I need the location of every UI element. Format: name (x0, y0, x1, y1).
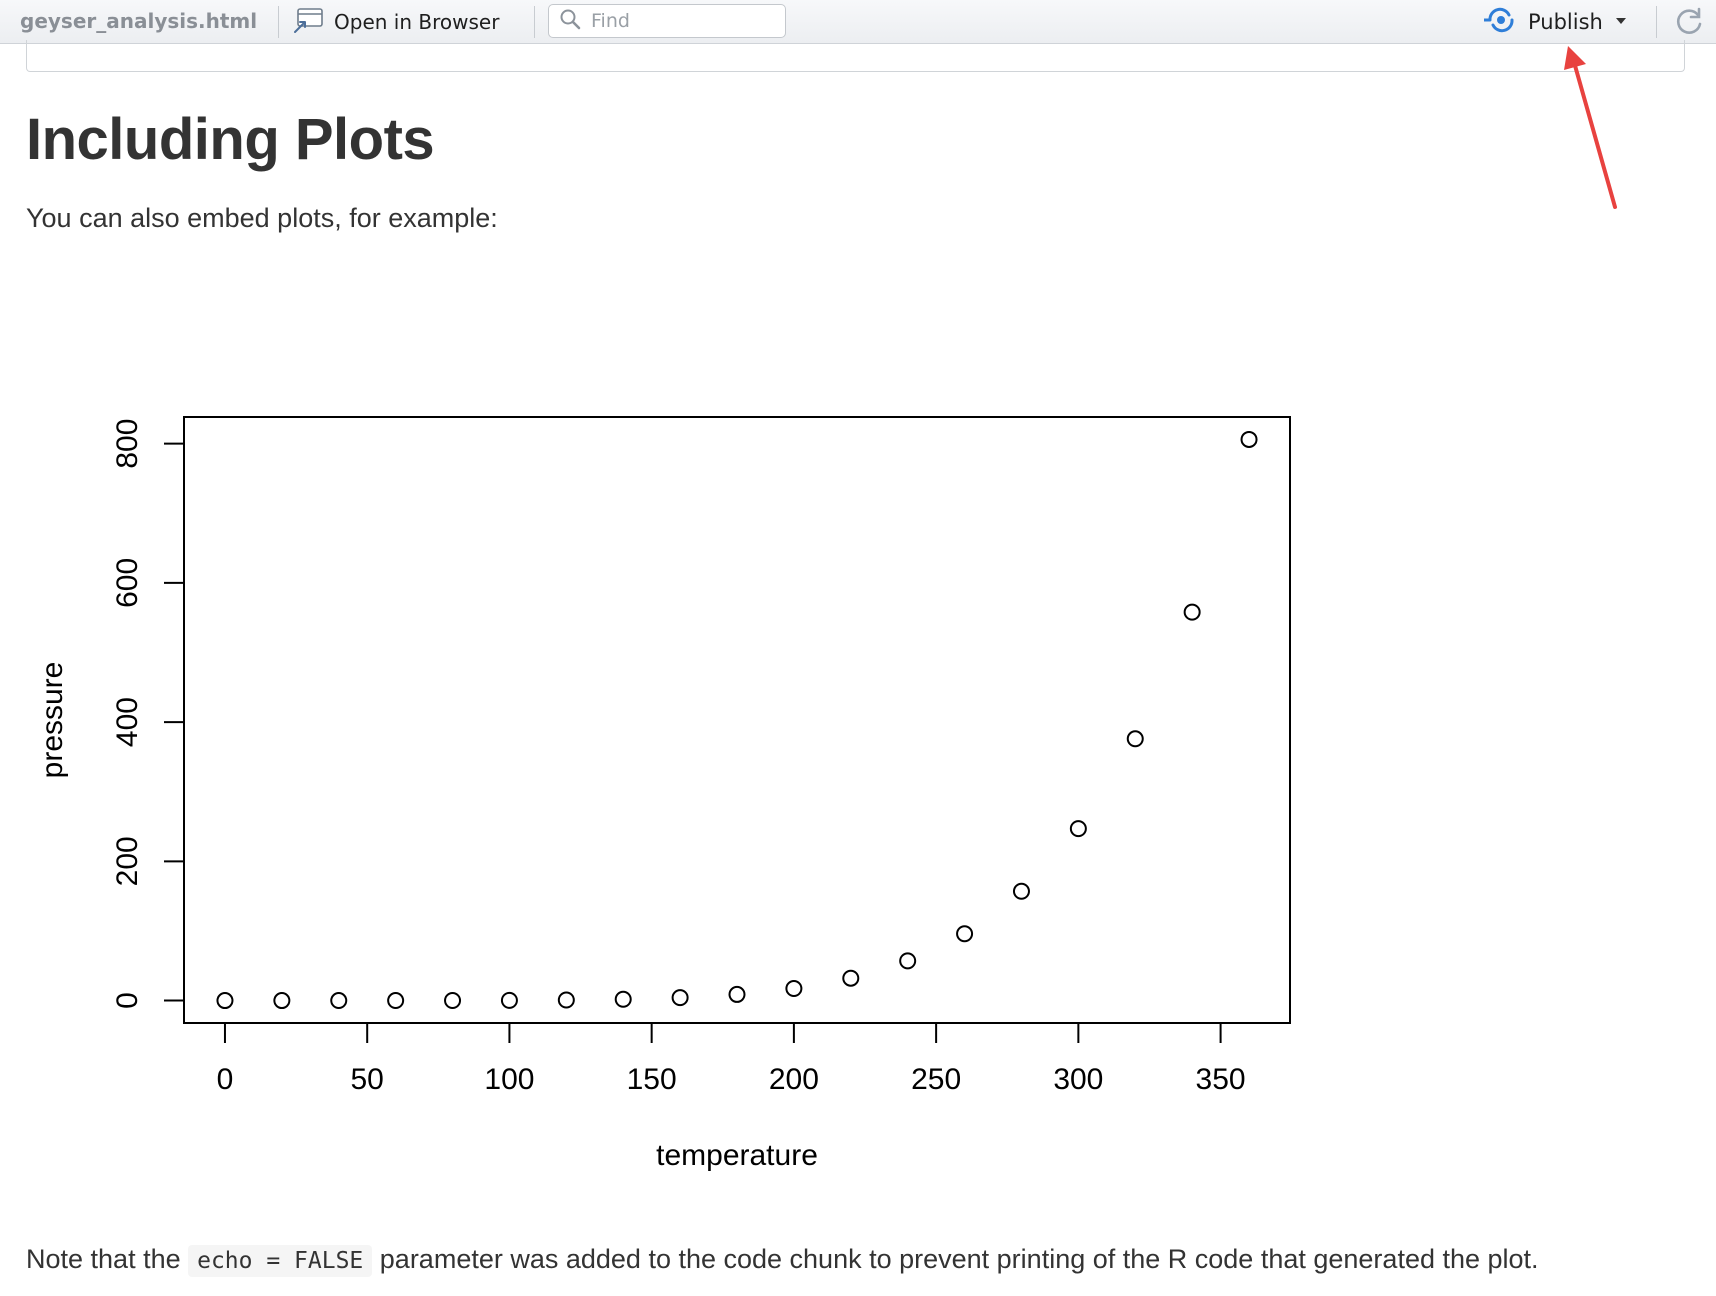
data-point (1183, 603, 1201, 621)
x-tick-label: 300 (1053, 1063, 1103, 1096)
code-echo-false: echo = FALSE (188, 1245, 373, 1277)
toolbar-divider (278, 6, 279, 38)
data-point (1069, 820, 1087, 838)
refresh-button[interactable] (1672, 5, 1706, 39)
publish-icon (1484, 6, 1518, 39)
note-text-before: Note that the (26, 1244, 189, 1274)
x-tick-label: 50 (351, 1063, 384, 1096)
x-tick-label: 250 (911, 1063, 961, 1096)
data-point (614, 990, 632, 1008)
open-in-browser-icon (292, 6, 326, 39)
open-in-browser-button[interactable]: Open in Browser (292, 5, 499, 39)
document-filename: geyser_analysis.html (20, 9, 258, 33)
toolbar-divider (534, 6, 535, 38)
intro-paragraph: You can also embed plots, for example: (26, 203, 498, 233)
y-tick-label: 200 (111, 836, 144, 886)
note-text-after: parameter was added to the code chunk to… (372, 1244, 1539, 1274)
section-heading: Including Plots (26, 107, 435, 172)
y-tick-label: 400 (111, 697, 144, 747)
x-tick-label: 100 (484, 1063, 534, 1096)
publish-label: Publish (1528, 10, 1603, 34)
data-point (899, 952, 917, 970)
plot-frame (183, 416, 1291, 1024)
data-point (728, 985, 746, 1003)
data-point (273, 992, 291, 1010)
y-tick-label: 600 (111, 558, 144, 608)
data-point (1126, 730, 1144, 748)
search-icon (559, 8, 581, 35)
pressure-temperature-plot: 0 50 100 150 200 250 300 350 0 200 400 600 800 temper… (36, 416, 1291, 1172)
data-point (785, 980, 803, 998)
previous-output-frame (26, 40, 1685, 72)
data-point (557, 991, 575, 1009)
y-axis-title: pressure (36, 662, 69, 779)
y-tick-label: 800 (111, 419, 144, 469)
data-point (444, 991, 462, 1009)
data-point (500, 991, 518, 1009)
data-point (387, 992, 405, 1010)
data-point (1012, 882, 1030, 900)
data-point (1240, 430, 1258, 448)
data-point (330, 992, 348, 1010)
x-tick-label: 150 (627, 1063, 677, 1096)
data-point (956, 925, 974, 943)
note-paragraph: Note that the echo = FALSE parameter was… (26, 1240, 1539, 1280)
data-point (216, 992, 234, 1010)
y-tick-label: 0 (111, 992, 144, 1009)
publish-button[interactable]: Publish (1484, 5, 1629, 39)
find-box[interactable] (548, 4, 786, 38)
x-axis-title: temperature (656, 1139, 818, 1172)
viewer-toolbar: geyser_analysis.html Open in Browser Fin… (0, 0, 1716, 44)
x-tick-label: 0 (217, 1063, 234, 1096)
data-point (842, 969, 860, 987)
data-point (671, 989, 689, 1007)
toolbar-divider (1656, 6, 1657, 38)
open-in-browser-label: Open in Browser (334, 10, 500, 34)
chevron-down-icon[interactable] (1613, 13, 1629, 31)
x-tick-label: 350 (1196, 1063, 1246, 1096)
x-tick-label: 200 (769, 1063, 819, 1096)
find-input[interactable] (589, 9, 773, 33)
